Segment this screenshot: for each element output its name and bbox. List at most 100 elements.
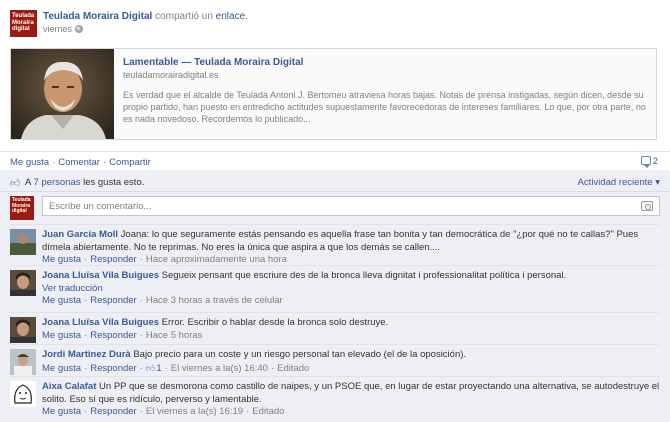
shared-link-link[interactable]: enlace (216, 11, 245, 22)
avatar-photo (10, 349, 36, 375)
commenter-avatar[interactable] (10, 317, 36, 343)
link-share-card[interactable]: Lamentable — Teulada Moraira Digital teu… (10, 48, 657, 140)
separator-dot: · (84, 254, 88, 265)
comment-like-link[interactable]: Me gusta (42, 330, 81, 341)
see-translation-link[interactable]: Ver traducción (42, 283, 103, 294)
comment-item: Juan Garcia Moll Joana: lo que seguramen… (10, 224, 660, 267)
comment-item: Jordi Martinez Durà Bajo precio para un … (10, 344, 660, 376)
comment-reply-link[interactable]: Responder (90, 363, 136, 374)
action-suffix: . (245, 11, 248, 22)
separator-dot: · (84, 406, 88, 417)
comment-author-link[interactable]: Juan Garcia Moll (42, 229, 118, 240)
separator-dot: · (246, 406, 250, 417)
comment-time-link[interactable]: Hace 3 horas a través de celular (146, 295, 283, 306)
comment-author-link[interactable]: Jordi Martinez Durà (42, 349, 131, 360)
page-name-link[interactable]: Teulada Moraira Digital (43, 11, 152, 22)
comment-item: Aixa Calafat Un PP que se desmorona como… (10, 376, 660, 422)
post-headline: Teulada Moraira Digital compartió un enl… (43, 11, 248, 22)
comment-time-link[interactable]: Hace aproximadamente una hora (146, 254, 287, 265)
comment-author-link[interactable]: Joana Lluïsa Vila Buigues (42, 270, 159, 281)
globe-icon (75, 25, 84, 33)
thumbs-up-icon: 👍︎ (10, 178, 21, 189)
comment-like-link[interactable]: Me gusta (42, 406, 81, 417)
avatar-text-line: Teulada (12, 13, 35, 19)
comment-text: Segueix pensant que escriure des de la b… (159, 270, 567, 281)
comment-input[interactable]: Escribe un comentario... (42, 196, 660, 216)
separator-dot: · (139, 254, 143, 265)
separator-dot: · (84, 362, 88, 374)
commenter-avatar[interactable] (10, 270, 36, 296)
separator-dot: · (52, 157, 56, 168)
comment-reply-link[interactable]: Responder (90, 295, 136, 306)
recent-activity-dropdown[interactable]: Actividad reciente ▾ (578, 177, 660, 188)
comment-time-link[interactable]: El viernes a la(s) 16:40 (171, 363, 268, 374)
comment-text: Un PP que se desmorona como castillo de … (42, 381, 660, 405)
comment-author-link[interactable]: Joana Lluïsa Vila Buigues (42, 317, 159, 328)
comment-link[interactable]: Comentar (58, 157, 100, 168)
share-domain: teuladamorairadigital.es (123, 70, 219, 80)
divider (0, 191, 670, 192)
comment-like-link[interactable]: Me gusta (42, 363, 81, 374)
comment-time-link[interactable]: El viernes a la(s) 16:19 (146, 406, 243, 417)
comment-item: Joana Lluïsa Vila Buigues Error. Escribi… (10, 312, 660, 344)
edited-label: Editado (277, 362, 310, 374)
commenter-avatar[interactable] (10, 349, 36, 375)
speech-bubble-icon (640, 156, 651, 168)
feedback-area: 👍︎ A 7 personas les gusta esto. Actividad… (0, 170, 670, 422)
separator-dot: · (270, 362, 275, 374)
separator-dot: · (164, 362, 168, 374)
avatar-photo (10, 381, 36, 407)
comment-like-count[interactable]: 👍︎1 (146, 363, 162, 374)
likers-link[interactable]: 7 personas (33, 177, 80, 188)
share-link[interactable]: Compartir (109, 157, 151, 168)
comment-item: Joana Lluïsa Vila Buigues Segueix pensan… (10, 265, 660, 311)
share-thumbnail[interactable] (11, 49, 114, 139)
comment-body: Aixa Calafat Un PP que se desmorona como… (42, 381, 660, 419)
camera-icon[interactable] (641, 201, 653, 211)
likes-summary: 👍︎ A 7 personas les gusta esto. Actividad… (10, 177, 660, 189)
likes-suffix: les gusta esto. (80, 177, 145, 188)
separator-dot: · (139, 406, 143, 417)
comment-body: Jordi Martinez Durà Bajo precio para un … (42, 349, 660, 375)
comment-count: 2 (652, 156, 658, 167)
separator-dot: · (84, 295, 88, 306)
thumbs-up-icon: 👍︎ (145, 362, 156, 373)
comment-time-link[interactable]: Hace 5 horas (146, 330, 203, 341)
page-avatar[interactable]: Teulada Moraira digital (10, 10, 37, 37)
commenter-avatar[interactable] (10, 229, 36, 255)
comment-reply-link[interactable]: Responder (90, 254, 136, 265)
separator-dot: · (139, 362, 143, 374)
action-text: compartió un (152, 11, 216, 22)
separator-dot: · (84, 329, 88, 341)
comment-text: Joana: lo que seguramente estás pensando… (42, 229, 639, 253)
commenter-avatar[interactable] (10, 381, 36, 407)
comment-text: Error. Escribir o hablar desde la bronca… (159, 317, 389, 328)
comment-author-link[interactable]: Aixa Calafat (42, 381, 96, 392)
comment-body: Juan Garcia Moll Joana: lo que seguramen… (42, 229, 660, 267)
edited-label: Editado (252, 406, 285, 417)
page-avatar-small: Teulada Moraira digital (10, 196, 34, 220)
avatar-photo (10, 317, 36, 343)
post-action-bar: Me gusta · Comentar · Compartir 2 (0, 151, 670, 169)
comment-like-link[interactable]: Me gusta (42, 254, 81, 265)
comment-count-button[interactable]: 2 (640, 156, 658, 168)
share-title-link[interactable]: Lamentable — Teulada Moraira Digital (123, 57, 303, 68)
post-time-link[interactable]: viernes (43, 24, 72, 34)
comment-text: Bajo precio para un coste y un riesgo pe… (130, 349, 467, 360)
portrait-photo (11, 49, 114, 139)
comment-reply-link[interactable]: Responder (90, 330, 136, 341)
separator-dot: · (139, 295, 143, 306)
comment-reply-link[interactable]: Responder (90, 406, 136, 417)
like-count-value: 1 (156, 362, 162, 374)
avatar-text-line: digital (12, 26, 30, 32)
comment-like-link[interactable]: Me gusta (42, 295, 81, 306)
avatar-photo (10, 270, 36, 296)
like-link[interactable]: Me gusta (10, 157, 49, 168)
comment-input-placeholder: Escribe un comentario... (49, 201, 152, 212)
share-description: Es verdad que el alcalde de Teulada Anto… (123, 90, 646, 124)
comment-composer: Teulada Moraira digital Escribe un comen… (10, 195, 660, 221)
separator-dot: · (102, 157, 107, 168)
post-header: Teulada Moraira digital Teulada Moraira … (10, 10, 660, 40)
comment-body: Joana Lluïsa Vila Buigues Error. Escribi… (42, 317, 660, 342)
separator-dot: · (139, 329, 143, 341)
